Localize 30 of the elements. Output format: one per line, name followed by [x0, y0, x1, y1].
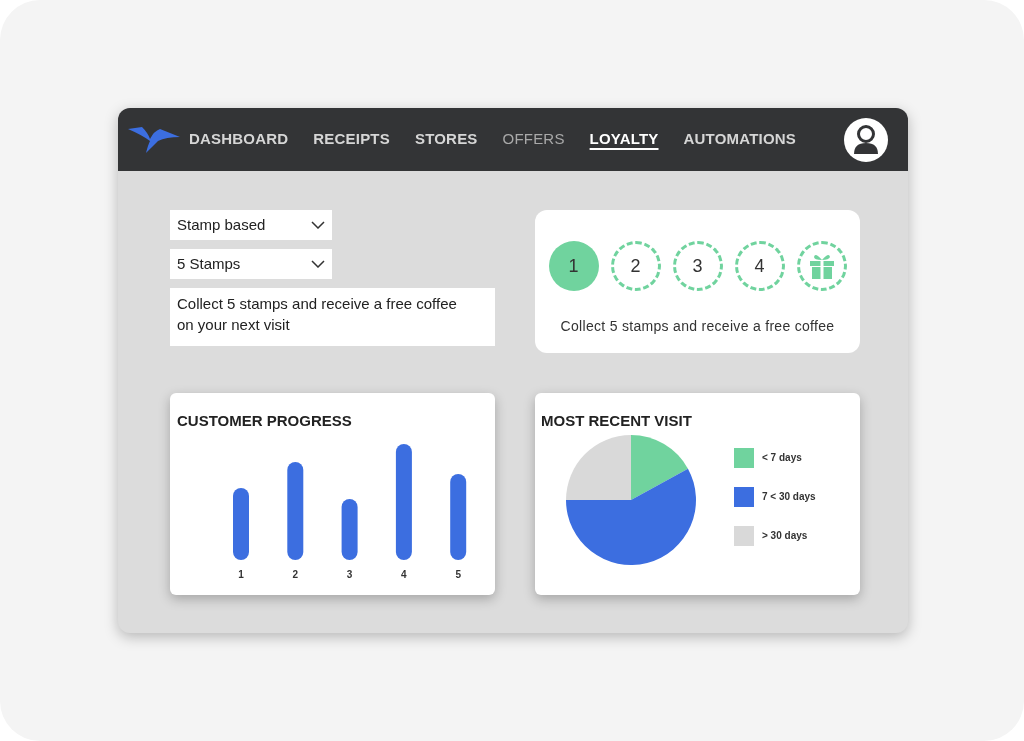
- program-type-dropdown[interactable]: Stamp based: [170, 210, 332, 240]
- user-avatar-icon[interactable]: [844, 117, 888, 162]
- chevron-down-icon: [311, 221, 325, 229]
- stamp: 1: [548, 241, 599, 291]
- legend-label: > 30 days: [762, 529, 808, 543]
- stamp-count-dropdown[interactable]: 5 Stamps: [170, 249, 332, 279]
- stamp: 2: [610, 241, 661, 291]
- bird-logo-icon[interactable]: [126, 124, 182, 155]
- bar-label: 3: [346, 568, 353, 580]
- bar-label: 5: [455, 568, 461, 580]
- bar: [341, 498, 358, 560]
- legend-label: 7 < 30 days: [762, 490, 816, 504]
- nav-tab[interactable]: OFFERS: [502, 128, 565, 151]
- nav-tab[interactable]: LOYALTY: [589, 128, 659, 151]
- description-field[interactable]: Collect 5 stamps and receive a free coffee on your next visit: [170, 288, 495, 346]
- gift-icon: [808, 252, 835, 280]
- legend-label: < 7 days: [762, 451, 802, 465]
- card-title: CUSTOMER PROGRESS: [177, 411, 352, 431]
- nav-tab[interactable]: AUTOMATIONS: [683, 128, 796, 151]
- stamp: 4: [734, 241, 785, 291]
- chevron-down-icon: [311, 260, 325, 268]
- bar-label: 4: [401, 568, 407, 580]
- stamp: 3: [672, 241, 723, 291]
- bar-label: 1: [238, 568, 244, 580]
- card-title: MOST RECENT VISIT: [541, 411, 692, 431]
- nav-tab[interactable]: STORES: [414, 128, 478, 151]
- nav-tab[interactable]: RECEIPTS: [313, 128, 390, 151]
- stamp-card-caption: Collect 5 stamps and receive a free coffee: [560, 317, 835, 336]
- bar-label: 2: [292, 568, 299, 580]
- nav-tab[interactable]: DASHBOARD: [189, 128, 289, 151]
